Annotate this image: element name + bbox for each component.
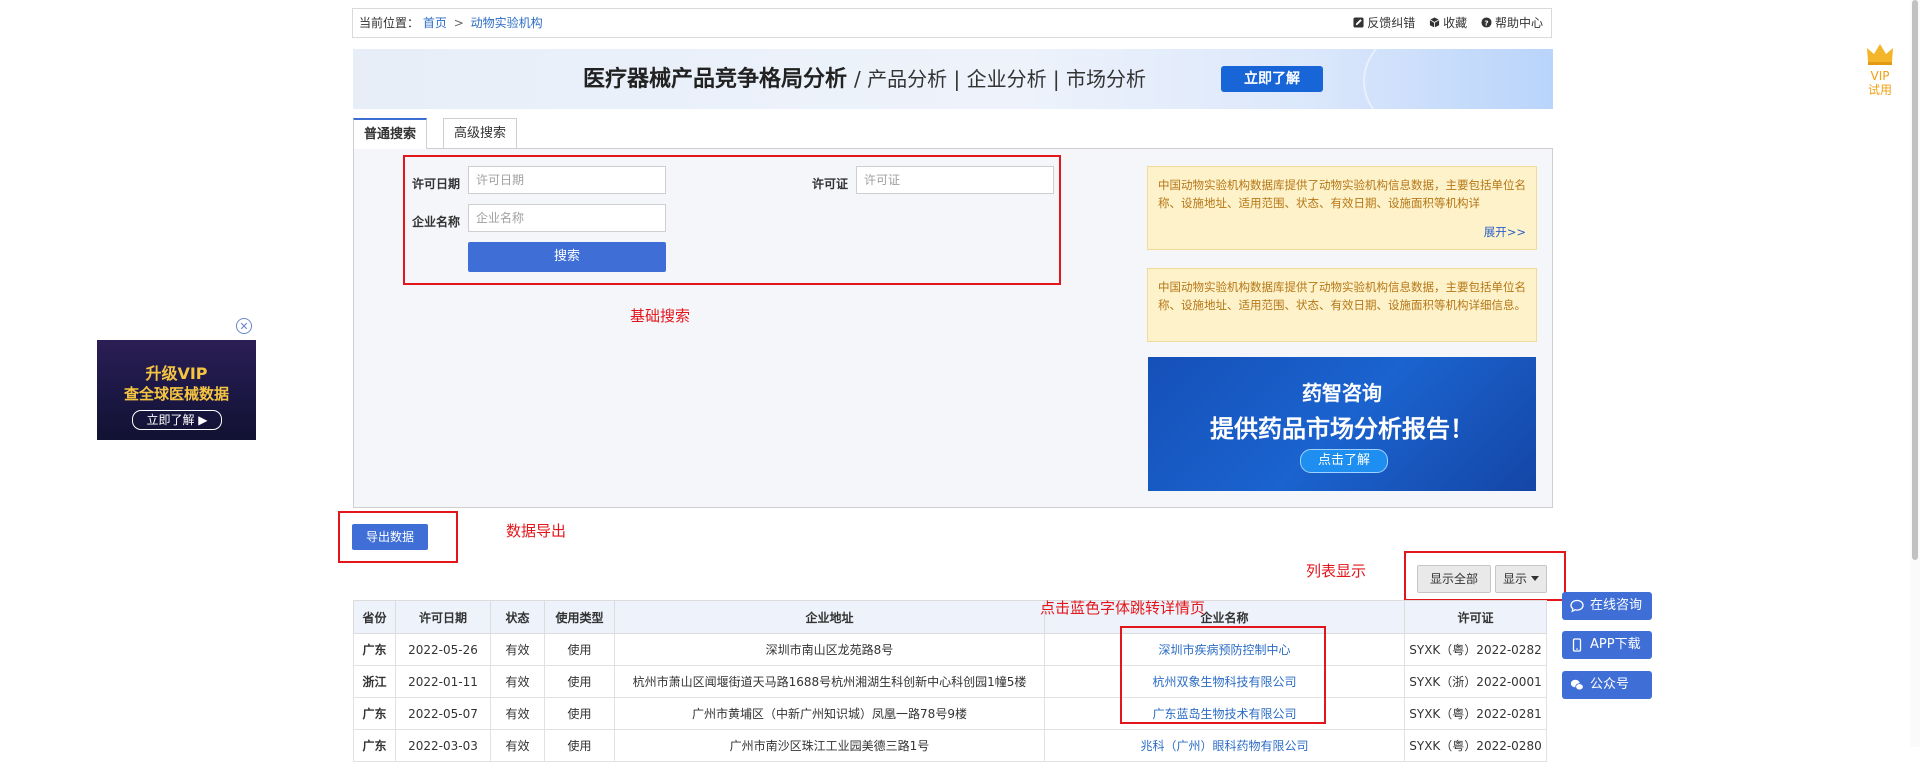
cell-province: 广东 xyxy=(353,697,396,730)
favorite-link[interactable]: 收藏 xyxy=(1429,16,1471,30)
results-table: 省份 许可日期 状态 使用类型 企业地址 企业名称 许可证 广东 2022-05… xyxy=(353,600,1547,762)
info-notice-collapsed: 中国动物实验机构数据库提供了动物实验机构信息数据，主要包括单位名称、设施地址、适… xyxy=(1147,166,1537,250)
cell-type: 使用 xyxy=(544,729,615,762)
info-notice-expanded: 中国动物实验机构数据库提供了动物实验机构信息数据，主要包括单位名称、设施地址、适… xyxy=(1147,268,1537,342)
cell-province: 广东 xyxy=(353,633,396,666)
online-consult-label: 在线咨询 xyxy=(1590,598,1643,613)
banner-title: 医疗器械产品竞争格局分析 xyxy=(583,67,848,92)
annotation-basic-search: 基础搜索 xyxy=(630,307,691,325)
svg-text:?: ? xyxy=(1484,18,1488,27)
cell-status: 有效 xyxy=(490,697,545,730)
table-header-row: 省份 许可日期 状态 使用类型 企业地址 企业名称 许可证 xyxy=(353,600,1547,634)
annotation-list-display: 列表显示 xyxy=(1306,562,1367,580)
wechat-account-button[interactable]: 公众号 xyxy=(1562,671,1652,699)
vip-ad-line1: 升级VIP xyxy=(145,364,208,383)
info-notice-text: 中国动物实验机构数据库提供了动物实验机构信息数据，主要包括单位名称、设施地址、适… xyxy=(1158,178,1526,210)
crown-icon xyxy=(1867,44,1893,65)
help-label: 帮助中心 xyxy=(1494,16,1543,30)
page-scrollbar-thumb[interactable] xyxy=(1912,0,1918,560)
help-link[interactable]: ? 帮助中心 xyxy=(1481,16,1543,30)
cell-type: 使用 xyxy=(544,697,615,730)
table-row: 浙江 2022-01-11 有效 使用 杭州市萧山区闻堰街道天马路1688号杭州… xyxy=(353,665,1547,698)
cell-license: SYXK（浙）2022-0001 xyxy=(1404,665,1547,698)
banner-text: 医疗器械产品竞争格局分析 / 产品分析 | 企业分析 | 市场分析 xyxy=(583,49,1146,109)
app-download-button[interactable]: APP下载 xyxy=(1562,631,1652,659)
cell-address: 杭州市萧山区闻堰街道天马路1688号杭州湘湖生科创新中心科创园1幢5楼 xyxy=(614,665,1045,698)
annotation-click-hint: 点击蓝色字体跳转详情页 xyxy=(1040,599,1206,617)
tab-basic-search[interactable]: 普通搜索 xyxy=(353,118,428,149)
cell-license: SYXK（粤）2022-0282 xyxy=(1404,633,1547,666)
cell-status: 有效 xyxy=(490,665,545,698)
header-address[interactable]: 企业地址 xyxy=(614,600,1045,634)
report-ad-banner[interactable]: 药智咨询 提供药品市场分析报告！ 点击了解 xyxy=(1148,357,1536,491)
vip-trial-badge[interactable]: VIP 试用 xyxy=(1860,42,1900,97)
tab-advanced-search[interactable]: 高级搜索 xyxy=(443,118,518,148)
cell-date: 2022-05-07 xyxy=(395,697,491,730)
header-date[interactable]: 许可日期 xyxy=(395,600,491,634)
cell-date: 2022-01-11 xyxy=(395,665,491,698)
vip-upgrade-ad[interactable]: 升级VIP 查全球医械数据 立即了解 ▶ xyxy=(97,340,256,440)
vip-badge-line2: 试用 xyxy=(1867,83,1892,97)
tool-links: 反馈纠错 收藏 ? 帮助中心 xyxy=(1343,9,1543,38)
banner-subtitle: / 产品分析 | 企业分析 | 市场分析 xyxy=(854,67,1147,91)
cell-type: 使用 xyxy=(544,633,615,666)
cell-province: 广东 xyxy=(353,729,396,762)
feedback-link[interactable]: 反馈纠错 xyxy=(1353,16,1419,30)
phone-icon xyxy=(1572,638,1582,652)
header-license[interactable]: 许可证 xyxy=(1404,600,1547,634)
vip-badge-line1: VIP xyxy=(1870,69,1890,83)
table-row: 广东 2022-05-07 有效 使用 广州市黄埔区（中新广州知识城）凤凰一路7… xyxy=(353,697,1547,730)
banner-decoration xyxy=(1363,49,1553,109)
feedback-label: 反馈纠错 xyxy=(1367,16,1416,30)
vip-ad-line2: 查全球医械数据 xyxy=(123,385,229,403)
cell-type: 使用 xyxy=(544,665,615,698)
ad-learn-button[interactable]: 点击了解 xyxy=(1300,449,1388,473)
header-type[interactable]: 使用类型 xyxy=(544,600,615,634)
chat-icon xyxy=(1570,599,1584,613)
breadcrumb: 当前位置： 首页 > 动物实验机构 xyxy=(359,9,543,38)
annotation-box-export xyxy=(338,511,458,563)
cell-address: 深圳市南山区龙苑路8号 xyxy=(614,633,1045,666)
annotation-box-company-links xyxy=(1120,626,1326,724)
header-province[interactable]: 省份 xyxy=(353,600,396,634)
cell-address: 广州市南沙区珠江工业园美德三路1号 xyxy=(614,729,1045,762)
table-row: 广东 2022-03-03 有效 使用 广州市南沙区珠江工业园美德三路1号 兆科… xyxy=(353,729,1547,762)
promo-banner[interactable]: 医疗器械产品竞争格局分析 / 产品分析 | 企业分析 | 市场分析 立即了解 xyxy=(353,49,1553,109)
table-row: 广东 2022-05-26 有效 使用 深圳市南山区龙苑路8号 深圳市疾病预防控… xyxy=(353,633,1547,666)
online-consult-button[interactable]: 在线咨询 xyxy=(1562,592,1652,620)
annotation-box-basic-search xyxy=(403,155,1061,285)
close-icon[interactable]: ✕ xyxy=(236,318,252,334)
header-status[interactable]: 状态 xyxy=(490,600,545,634)
wechat-icon xyxy=(1570,679,1584,691)
annotation-export: 数据导出 xyxy=(506,522,567,540)
breadcrumb-home-link[interactable]: 首页 xyxy=(423,16,447,30)
cell-province: 浙江 xyxy=(353,665,396,698)
info-notice-full-text: 中国动物实验机构数据库提供了动物实验机构信息数据，主要包括单位名称、设施地址、适… xyxy=(1158,280,1526,312)
banner-learn-more-button[interactable]: 立即了解 xyxy=(1221,66,1323,92)
cell-date: 2022-03-03 xyxy=(395,729,491,762)
favorite-label: 收藏 xyxy=(1443,16,1468,30)
cell-date: 2022-05-26 xyxy=(395,633,491,666)
expand-link[interactable]: 展开>> xyxy=(1484,223,1526,241)
cell-license: SYXK（粤）2022-0280 xyxy=(1404,729,1547,762)
cell-status: 有效 xyxy=(490,633,545,666)
breadcrumb-current-link[interactable]: 动物实验机构 xyxy=(471,16,543,30)
cell-address: 广州市黄埔区（中新广州知识城）凤凰一路78号9楼 xyxy=(614,697,1045,730)
breadcrumb-separator: > xyxy=(453,16,464,30)
cell-status: 有效 xyxy=(490,729,545,762)
company-link[interactable]: 兆科（广州）眼科药物有限公司 xyxy=(1044,729,1405,762)
vip-ad-button[interactable]: 立即了解 ▶ xyxy=(132,410,222,430)
cell-license: SYXK（粤）2022-0281 xyxy=(1404,697,1547,730)
breadcrumb-bar: 当前位置： 首页 > 动物实验机构 反馈纠错 收藏 ? 帮助中心 xyxy=(352,8,1552,38)
annotation-box-list-display xyxy=(1404,551,1566,601)
ad-brand: 药智咨询 xyxy=(1302,381,1382,405)
app-download-label: APP下载 xyxy=(1590,637,1641,652)
edit-icon xyxy=(1353,17,1364,28)
question-icon: ? xyxy=(1481,17,1492,28)
breadcrumb-prefix: 当前位置： xyxy=(359,16,420,30)
wechat-account-label: 公众号 xyxy=(1590,677,1630,692)
ad-headline: 提供药品市场分析报告！ xyxy=(1210,415,1474,443)
cube-icon xyxy=(1429,17,1440,28)
